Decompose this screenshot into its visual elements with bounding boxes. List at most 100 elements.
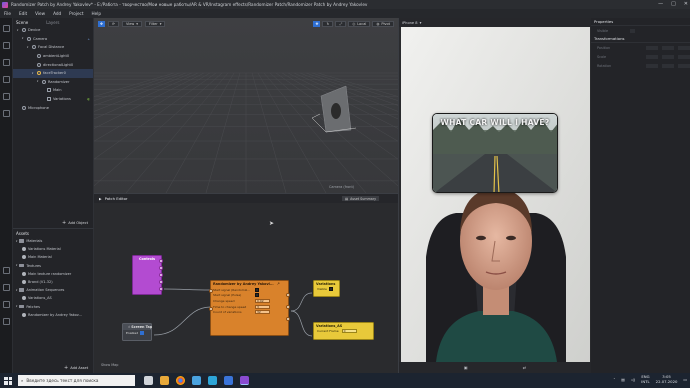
tab-layers[interactable]: Layers [46, 20, 59, 25]
minimize-button[interactable]: — [658, 1, 663, 7]
filter-dropdown[interactable]: Filter ▾ [145, 21, 166, 27]
expand-arrow-icon[interactable]: ▾ [16, 289, 17, 292]
output-port[interactable] [159, 273, 163, 277]
menu-edit[interactable]: Edit [19, 11, 27, 16]
position-x-field[interactable] [646, 45, 658, 50]
variations-as-node[interactable]: Variations_AS Current Frame 0 [313, 322, 374, 340]
photoshop-icon[interactable] [224, 376, 233, 385]
maximize-button[interactable]: □ [671, 1, 676, 7]
rotation-z-field[interactable] [678, 63, 690, 68]
patch-editor[interactable]: ▶ Patch Editor ▤ Asset Summary ➤ Control… [94, 193, 398, 373]
asset-folder[interactable]: ▾ Textures [13, 262, 93, 270]
local-toggle[interactable]: ◎ Local [348, 21, 371, 27]
asset-item[interactable]: Main texture randomizer [13, 270, 93, 278]
open-patch-icon[interactable]: ↗ [277, 282, 280, 286]
screen-tap-node[interactable]: ☝ Screen Tap Enabled [122, 323, 152, 341]
value-field[interactable]: 32 [255, 310, 270, 315]
tray-arrow-icon[interactable]: ˄ [613, 377, 615, 382]
scene-item[interactable]: Variations ◐ [13, 95, 93, 104]
asset-folder[interactable]: ▾ Patches [13, 303, 93, 311]
camera-preview[interactable]: WHAT CAR WILL I HAVE? [401, 27, 590, 362]
show-map-button[interactable]: Show Map [101, 363, 118, 367]
asset-item[interactable]: Brand (V1-32) [13, 278, 93, 286]
scale-icon[interactable]: ⤢ [335, 21, 347, 27]
scale-z-field[interactable] [678, 54, 690, 59]
simulator-tool-icon[interactable] [3, 42, 10, 49]
expand-arrow-icon[interactable]: ▾ [16, 264, 17, 267]
patch-tool-icon[interactable] [3, 93, 10, 100]
task-view-icon[interactable] [144, 376, 153, 385]
expand-arrow-icon[interactable]: ▾ [17, 29, 20, 32]
flip-camera-icon[interactable]: ⇄ [523, 365, 526, 370]
translate-tool-icon[interactable]: ✥ [98, 21, 105, 27]
expand-arrow-icon[interactable]: ▾ [22, 37, 25, 40]
telegram-icon[interactable] [192, 376, 201, 385]
chrome-icon[interactable] [176, 376, 185, 385]
rotation-x-field[interactable] [646, 63, 658, 68]
output-port[interactable] [159, 266, 163, 270]
scene-viewport[interactable]: ✥ ⟳ View ▾ Filter ▾ ✥ ↻ ⤢ ◎ Local ◍ Pivot Ca… [94, 18, 398, 193]
scene-item[interactable]: Main [13, 86, 93, 95]
view-dropdown[interactable]: View ▾ [121, 21, 143, 27]
expand-arrow-icon[interactable]: ▾ [27, 46, 30, 49]
enabled-checkbox[interactable] [140, 331, 145, 335]
expand-arrow-icon[interactable]: ▾ [37, 80, 40, 83]
asset-item[interactable]: Variations_AS [13, 294, 93, 302]
visible-checkbox[interactable] [328, 287, 333, 291]
value-field[interactable]: 0.02 [255, 298, 270, 303]
menu-view[interactable]: View [35, 11, 45, 16]
pivot-toggle[interactable]: ◍ Pivot [372, 21, 394, 27]
visibility-icon[interactable]: ◐ [87, 97, 90, 101]
scene-item[interactable]: ▾ Device [13, 26, 93, 35]
scene-item[interactable]: ▾ Camera + [13, 35, 93, 44]
asset-item[interactable]: Main Material [13, 253, 93, 261]
menu-project[interactable]: Project [69, 11, 83, 16]
visible-toggle[interactable] [630, 28, 636, 33]
output-port[interactable] [286, 293, 290, 297]
scene-tool-icon[interactable] [3, 25, 10, 32]
scene-item[interactable]: Microphone [13, 103, 93, 112]
asset-folder[interactable]: ▾ Materials [13, 237, 93, 245]
menu-help[interactable]: Help [92, 11, 102, 16]
spark-ar-taskbar-icon[interactable] [240, 376, 249, 385]
expand-arrow-icon[interactable]: ▾ [32, 72, 35, 75]
rotate-tool-icon[interactable]: ⟳ [108, 21, 119, 27]
help-tool-icon[interactable] [3, 318, 10, 325]
rotate-icon[interactable]: ↻ [322, 21, 334, 27]
variations-node[interactable]: Variations Visible [313, 280, 340, 297]
output-port[interactable] [159, 287, 163, 291]
asset-item[interactable]: Variations Material [13, 245, 93, 253]
layers-tool-icon[interactable] [3, 76, 10, 83]
signal-checkbox[interactable] [255, 287, 259, 292]
scale-y-field[interactable] [662, 54, 674, 59]
asset-item[interactable]: Randomizer by Andrey Yakov... [13, 311, 93, 319]
position-z-field[interactable] [678, 45, 690, 50]
network-icon[interactable]: ▤ [621, 377, 625, 382]
scale-x-field[interactable] [646, 54, 658, 59]
output-port[interactable] [286, 317, 290, 321]
scene-item[interactable]: ambientLight0 [13, 52, 93, 61]
asset-folder[interactable]: ▾ Animation Sequences [13, 286, 93, 294]
taskbar-clock[interactable]: 3:05 22.07.2020 [656, 374, 678, 384]
expand-arrow-icon[interactable]: ▾ [16, 305, 17, 308]
randomizer-node[interactable]: Randomizer by Andrey Yakovl... ↗ Start s… [209, 280, 290, 336]
controls-node[interactable]: Controls [132, 255, 163, 295]
scene-item[interactable]: ▾ Focal Distance [13, 43, 93, 52]
value-field[interactable]: 3 [255, 304, 270, 309]
export-tool-icon[interactable] [3, 284, 10, 291]
current-frame-field[interactable]: 0 [341, 329, 357, 333]
tab-scene[interactable]: Scene [16, 20, 28, 25]
search-tool-icon[interactable] [3, 110, 10, 117]
signal-checkbox[interactable] [255, 293, 259, 298]
move-icon[interactable]: ✥ [313, 21, 321, 27]
output-port[interactable] [286, 305, 290, 309]
input-port[interactable] [209, 289, 213, 293]
output-port[interactable] [159, 259, 163, 263]
add-object-button[interactable]: + Add Object [62, 220, 88, 226]
menu-file[interactable]: File [4, 11, 11, 16]
expand-arrow-icon[interactable]: ▾ [16, 240, 17, 243]
rotation-y-field[interactable] [662, 63, 674, 68]
add-child-icon[interactable]: + [87, 37, 90, 41]
record-icon[interactable]: ▣ [464, 365, 468, 370]
file-explorer-icon[interactable] [160, 376, 169, 385]
